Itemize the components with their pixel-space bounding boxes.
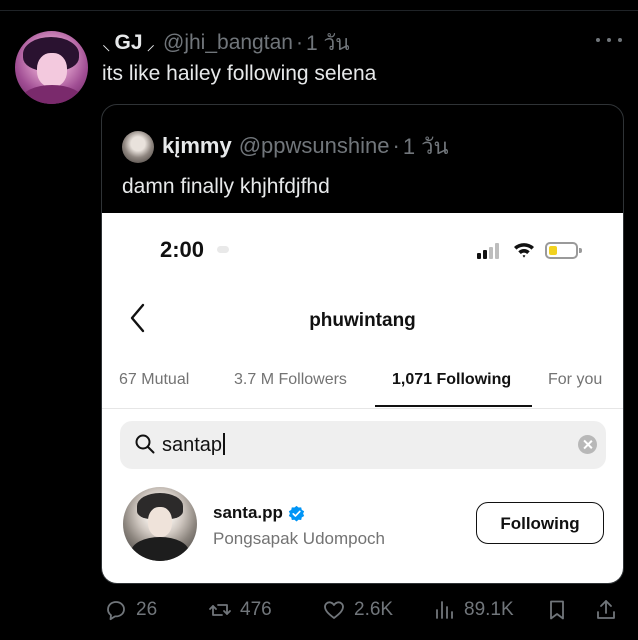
result-avatar[interactable]	[123, 487, 197, 561]
tab-for-you[interactable]: For you	[548, 371, 602, 389]
attached-screenshot[interactable]: 2:00 phuwintang 67 Mutual 3.7 M Follower…	[102, 213, 623, 583]
verified-badge-icon	[288, 505, 305, 521]
bookmark-button[interactable]	[545, 595, 569, 625]
views-icon	[436, 601, 453, 619]
leaf-emoji-left: ⸜	[102, 34, 111, 54]
tweet-header: ⸜ GJ ⸝ @jhi_bangtan · 1 วัน	[102, 30, 350, 56]
retweet-button[interactable]: 476	[208, 595, 272, 625]
like-icon	[324, 601, 344, 619]
share-button[interactable]	[594, 595, 618, 625]
result-username-row[interactable]: santa.pp	[213, 503, 305, 523]
result-username[interactable]: santa.pp	[213, 503, 283, 523]
status-clock: 2:00	[160, 237, 205, 262]
author-name[interactable]: GJ	[115, 31, 143, 55]
leaf-emoji-right: ⸝	[146, 34, 156, 54]
wifi-icon	[514, 243, 534, 258]
more-icon[interactable]	[596, 30, 622, 50]
following-search-bar[interactable]: santap	[120, 421, 606, 469]
reply-button[interactable]: 26	[104, 595, 157, 625]
tabs-divider	[102, 408, 623, 409]
top-divider	[0, 10, 638, 11]
views-count: 89.1K	[464, 599, 514, 620]
quoted-tweet-card[interactable]: kįmmy @ppwsunshine · 1 วัน damn finally …	[101, 104, 624, 584]
tab-mutual[interactable]: 67 Mutual	[119, 371, 189, 389]
reply-count: 26	[136, 599, 158, 620]
battery-icon	[545, 242, 578, 259]
quoted-author-handle: @ppwsunshine	[238, 133, 390, 158]
profile-tabs: 67 Mutual 3.7 M Followers 1,071 Followin…	[102, 363, 623, 409]
signal-icon	[477, 243, 503, 259]
quoted-author-name: kįmmy	[162, 133, 232, 158]
like-count: 2.6K	[354, 599, 394, 620]
following-button[interactable]: Following	[476, 502, 604, 544]
active-tab-indicator	[375, 405, 532, 407]
header-separator: ·	[295, 31, 303, 54]
tab-followers[interactable]: 3.7 M Followers	[234, 371, 347, 389]
author-avatar[interactable]	[15, 31, 88, 104]
search-icon	[135, 434, 155, 454]
quoted-header-separator: ·	[392, 133, 400, 158]
profile-username: phuwintang	[309, 310, 416, 331]
battery-tip	[579, 248, 582, 253]
search-input[interactable]: santap	[162, 433, 225, 457]
author-handle[interactable]: @jhi_bangtan	[163, 31, 293, 55]
retweet-count: 476	[240, 599, 272, 620]
result-full-name: Pongsapak Udompoch	[213, 529, 386, 548]
text-caret	[223, 433, 225, 455]
tweet-action-bar: 26 476 2.6K 89.1K	[0, 595, 638, 625]
views-button[interactable]: 89.1K	[432, 595, 514, 625]
location-indicator	[217, 246, 229, 253]
quoted-author-avatar	[122, 131, 154, 163]
share-icon	[597, 600, 615, 619]
quoted-tweet-text: damn finally khjhfdjfhd	[122, 175, 330, 198]
tweet-text: its like hailey following selena	[102, 62, 377, 85]
retweet-icon	[209, 604, 231, 616]
quoted-tweet-time: 1 วัน	[402, 133, 449, 159]
bookmark-icon	[550, 600, 564, 620]
tweet-time[interactable]: 1 วัน	[306, 27, 350, 60]
tab-following[interactable]: 1,071 Following	[392, 371, 511, 389]
reply-icon	[107, 601, 125, 621]
clear-icon[interactable]	[578, 435, 597, 454]
like-button[interactable]: 2.6K	[322, 595, 393, 625]
search-query: santap	[162, 434, 223, 456]
quoted-tweet-header: kįmmy @ppwsunshine · 1 วัน	[162, 131, 449, 161]
